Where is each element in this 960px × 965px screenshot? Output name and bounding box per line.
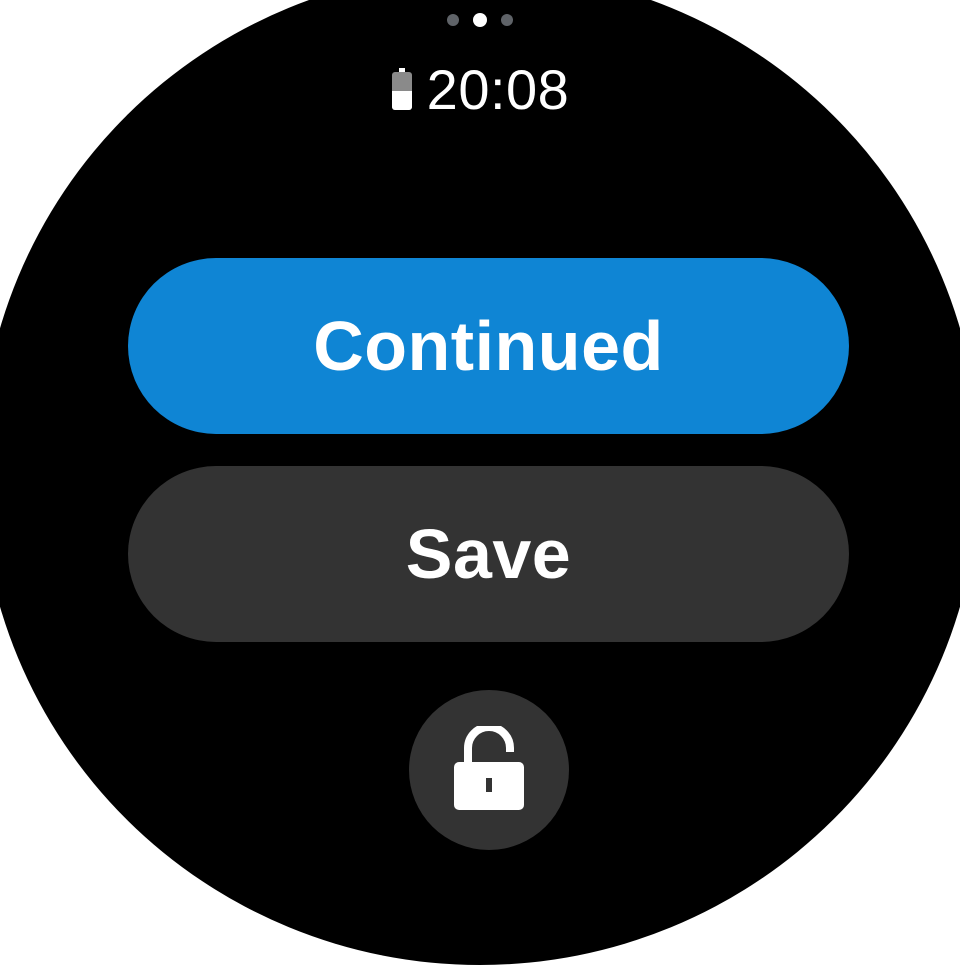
lock-open-icon bbox=[454, 722, 524, 815]
save-button-label: Save bbox=[405, 515, 572, 593]
save-button[interactable]: Save bbox=[128, 466, 849, 642]
continued-button[interactable]: Continued bbox=[128, 258, 849, 434]
status-bar: 20:08 bbox=[0, 58, 960, 122]
page-dot bbox=[501, 14, 513, 26]
battery-icon bbox=[391, 63, 413, 117]
page-dot-active bbox=[473, 13, 487, 27]
page-indicator bbox=[0, 13, 960, 27]
page-dot bbox=[447, 14, 459, 26]
continued-button-label: Continued bbox=[313, 307, 664, 385]
lock-button[interactable] bbox=[409, 690, 569, 850]
time-display: 20:08 bbox=[426, 58, 570, 121]
watch-screen: 20:08 Continued Save bbox=[0, 0, 960, 965]
